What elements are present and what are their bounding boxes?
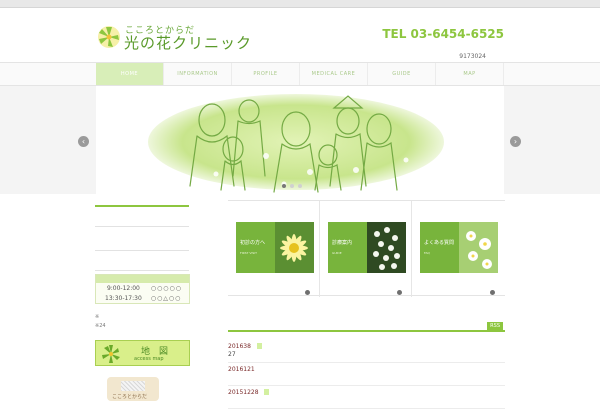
news-item[interactable]: 201638 27 — [228, 340, 505, 363]
feature-label: 診療案内 — [332, 240, 353, 246]
slider-dot[interactable] — [290, 184, 294, 188]
feature-first-visit[interactable]: 初診の方へ FIRST VISIT — [228, 201, 320, 297]
more-arrow-icon[interactable] — [397, 290, 402, 295]
feature-sublabel: FAQ — [424, 251, 430, 255]
flower-photo — [367, 222, 406, 273]
feature-sublabel: FIRST VISIT — [240, 251, 257, 255]
more-arrow-icon[interactable] — [305, 290, 310, 295]
pattern-icon — [121, 381, 145, 391]
sidebar-note: ※ — [95, 314, 100, 320]
feature-tile[interactable]: 初診の方へ FIRST VISIT — [236, 222, 314, 273]
news-date: 201638 — [228, 343, 251, 350]
hours-header-row — [96, 275, 189, 283]
news-item[interactable]: 20151228 — [228, 386, 505, 409]
map-button[interactable]: 地 図 access map — [95, 340, 190, 366]
site-header: こころとからだ 光の花クリニック TEL 03-6454-6525 917302… — [0, 8, 600, 62]
postal-code: 9173024 — [459, 53, 486, 60]
slider-dots — [282, 184, 302, 188]
slider-dot[interactable] — [282, 184, 286, 188]
phone-number[interactable]: TEL 03-6454-6525 — [382, 27, 504, 41]
feature-sublabel: GUIDE — [332, 251, 342, 255]
hours-marks: ○○○○○ — [150, 284, 183, 292]
consultation-hours-table: 9:00-12:00 ○○○○○ 13:30-17:30 ○○△○○ — [95, 274, 190, 304]
sidebar-divider — [95, 205, 189, 207]
slider-next-button[interactable]: › — [510, 136, 521, 147]
feature-label: 初診の方へ — [240, 240, 266, 246]
nav-map[interactable]: MAP — [436, 63, 504, 85]
feature-links: 初診の方へ FIRST VISIT 診療案内 GUIDE よくある質問 FAQ — [228, 200, 505, 297]
feature-guide[interactable]: 診療案内 GUIDE — [320, 201, 412, 297]
clinic-card-label: こころとからだ — [112, 394, 148, 400]
clinic-card[interactable]: こころとからだ — [107, 377, 159, 401]
nav-information[interactable]: INFORMATION — [164, 63, 232, 85]
flower-logo-icon — [98, 26, 120, 48]
new-badge — [264, 389, 269, 395]
nav-guide[interactable]: GUIDE — [368, 63, 436, 85]
hours-marks: ○○△○○ — [150, 294, 182, 302]
new-badge — [257, 343, 262, 349]
sidebar-note: ※24 — [95, 323, 106, 329]
more-arrow-icon[interactable] — [490, 290, 495, 295]
slider-prev-button[interactable]: ‹ — [78, 136, 89, 147]
news-text: 27 — [228, 351, 236, 358]
news-date: 2016121 — [228, 366, 255, 373]
hours-row: 9:00-12:00 ○○○○○ — [96, 283, 189, 293]
hours-row: 13:30-17:30 ○○△○○ — [96, 293, 189, 303]
people-illustration — [148, 94, 444, 193]
flower-icon — [102, 345, 120, 363]
news-date: 20151228 — [228, 389, 259, 396]
hero-slider: ‹ › — [0, 86, 600, 194]
nav-home[interactable]: HOME — [96, 63, 164, 85]
feature-faq[interactable]: よくある質問 FAQ — [412, 201, 504, 297]
slider-dot[interactable] — [298, 184, 302, 188]
map-button-sublabel: access map — [134, 356, 164, 362]
hero-illustration — [96, 86, 504, 194]
sidebar-divider — [95, 250, 189, 251]
clinic-logo[interactable]: こころとからだ 光の花クリニック — [96, 23, 256, 59]
hours-time: 9:00-12:00 — [106, 284, 140, 292]
logo-title: 光の花クリニック — [124, 34, 253, 52]
top-border — [0, 0, 600, 8]
nav-medical-care[interactable]: MEDICAL CARE — [300, 63, 368, 85]
hours-time: 13:30-17:30 — [105, 294, 142, 302]
feature-label: よくある質問 — [424, 240, 455, 246]
news-header: RSS — [228, 316, 505, 332]
main-navigation: HOME INFORMATION PROFILE MEDICAL CARE GU… — [0, 62, 600, 86]
sidebar-divider — [95, 226, 189, 227]
rss-button[interactable]: RSS — [487, 322, 503, 330]
news-item[interactable]: 2016121 — [228, 363, 505, 386]
flower-photo — [459, 222, 498, 273]
feature-tile[interactable]: よくある質問 FAQ — [420, 222, 498, 273]
feature-tile[interactable]: 診療案内 GUIDE — [328, 222, 406, 273]
nav-profile[interactable]: PROFILE — [232, 63, 300, 85]
sidebar-divider — [95, 270, 189, 271]
flower-photo — [275, 222, 314, 273]
